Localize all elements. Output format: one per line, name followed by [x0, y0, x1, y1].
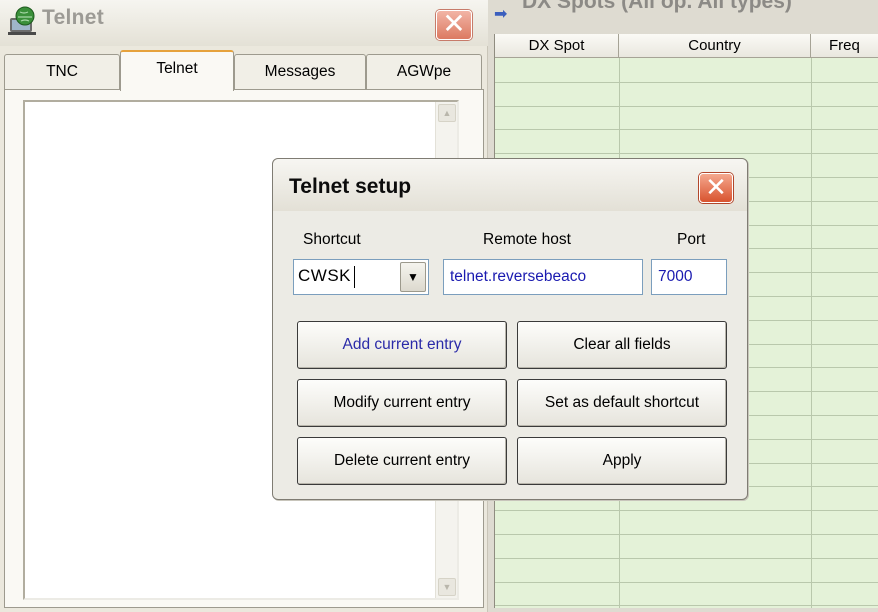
telnet-setup-dialog: Telnet setup ✕ Shortcut Remote host Port… — [272, 158, 748, 500]
port-input[interactable]: 7000 — [651, 259, 727, 295]
column-header-dx-spot[interactable]: DX Spot — [495, 34, 619, 58]
telnet-close-button[interactable]: ✕ — [436, 10, 472, 40]
column-header-label: Freq — [829, 37, 860, 54]
telnet-window-title: Telnet — [42, 6, 105, 29]
grid-column-line — [811, 58, 812, 608]
dialog-titlebar[interactable]: Telnet setup ✕ — [273, 159, 747, 211]
arrow-right-icon: ➡ — [494, 6, 508, 23]
dialog-body: Shortcut Remote host Port CWSK ▼ telnet.… — [277, 211, 743, 495]
tab-label: TNC — [46, 63, 78, 80]
scroll-down-button[interactable]: ▼ — [438, 578, 456, 596]
grid-row-line — [495, 557, 878, 559]
tab-tnc[interactable]: TNC — [4, 54, 120, 90]
dialog-close-button[interactable]: ✕ — [699, 173, 733, 203]
shortcut-dropdown-button[interactable]: ▼ — [400, 262, 426, 292]
globe-computer-icon — [8, 6, 36, 35]
shortcut-label: Shortcut — [303, 231, 361, 248]
chevron-down-icon: ▼ — [407, 270, 419, 284]
shortcut-value: CWSK — [298, 266, 351, 285]
scroll-up-icon: ▲ — [442, 108, 452, 118]
text-caret — [354, 266, 355, 288]
close-icon: ✕ — [705, 172, 727, 202]
close-icon: ✕ — [442, 8, 466, 39]
scroll-down-icon: ▼ — [442, 582, 452, 592]
remote-host-label: Remote host — [483, 231, 571, 248]
grid-row-line — [495, 605, 878, 607]
tab-label: Telnet — [156, 60, 198, 77]
grid-row-line — [495, 81, 878, 83]
set-default-shortcut-button[interactable]: Set as default shortcut — [517, 379, 727, 427]
column-header-label: DX Spot — [528, 37, 585, 54]
grid-row-line — [495, 510, 878, 512]
shortcut-combobox[interactable]: CWSK ▼ — [293, 259, 429, 295]
grid-row-line — [495, 105, 878, 107]
tab-telnet[interactable]: Telnet — [120, 50, 234, 91]
delete-current-entry-button[interactable]: Delete current entry — [297, 437, 507, 485]
remote-host-input[interactable]: telnet.reversebeaco — [443, 259, 643, 295]
tab-label: Messages — [264, 63, 336, 80]
column-header-freq[interactable]: Freq — [811, 34, 878, 58]
telnet-tab-bar: TNC Telnet Messages AGWpe — [4, 50, 484, 91]
apply-button[interactable]: Apply — [517, 437, 727, 485]
telnet-titlebar[interactable]: Telnet ✕ — [0, 0, 488, 46]
clear-all-fields-button[interactable]: Clear all fields — [517, 321, 727, 369]
tab-label: AGWpe — [396, 63, 452, 80]
dx-grid-header: DX Spot Country Freq — [495, 34, 878, 58]
grid-row-line — [495, 129, 878, 131]
port-label: Port — [677, 231, 706, 248]
grid-row-line — [495, 581, 878, 583]
column-header-label: Country — [688, 37, 741, 54]
dx-spots-window-title: DX Spots (All op. All types) — [522, 0, 792, 13]
scroll-up-button[interactable]: ▲ — [438, 104, 456, 122]
grid-row-line — [495, 534, 878, 535]
tab-agwpe[interactable]: AGWpe — [366, 54, 482, 90]
modify-current-entry-button[interactable]: Modify current entry — [297, 379, 507, 427]
grid-row-line — [495, 153, 878, 155]
column-header-country[interactable]: Country — [619, 34, 811, 58]
tab-messages[interactable]: Messages — [234, 54, 366, 90]
add-current-entry-button[interactable]: Add current entry — [297, 321, 507, 369]
dialog-title: Telnet setup — [289, 175, 412, 198]
